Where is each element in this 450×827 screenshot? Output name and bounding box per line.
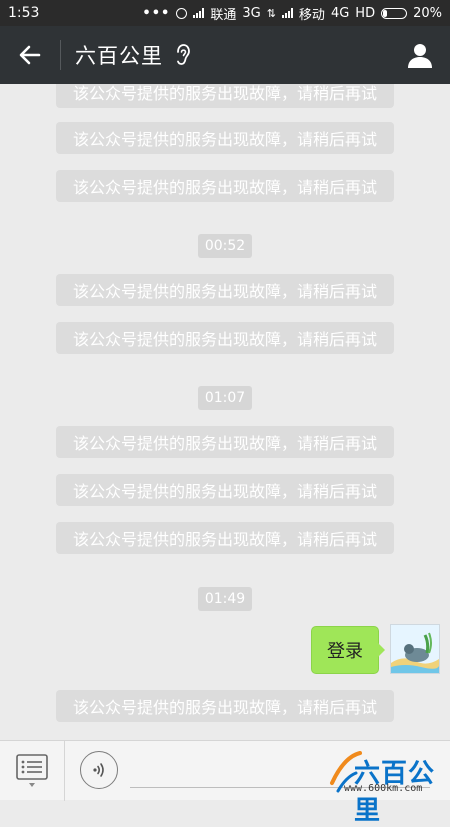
system-message: 该公众号提供的服务出现故障，请稍后再试 — [56, 690, 394, 722]
system-message: 该公众号提供的服务出现故障，请稍后再试 — [56, 84, 394, 108]
watermark: 六百公里 www.600km.com — [320, 745, 446, 826]
timestamp: 01:07 — [198, 386, 252, 410]
system-message: 该公众号提供的服务出现故障，请稍后再试 — [56, 122, 394, 154]
profile-button[interactable] — [390, 26, 450, 84]
avatar[interactable] — [390, 624, 440, 674]
carrier-2: 移动 — [298, 7, 325, 23]
person-icon — [408, 44, 432, 68]
page-title: 六百公里 — [75, 44, 163, 68]
carrier-1: 联通 — [210, 7, 237, 23]
signal-icon — [193, 8, 205, 18]
status-bar: 1:53 ••• 联通 3G ⇅ 移动 4G HD 20% — [0, 0, 450, 26]
menu-list-icon — [16, 754, 48, 787]
header-divider — [60, 40, 61, 70]
battery-icon — [381, 7, 408, 19]
system-message: 该公众号提供的服务出现故障，请稍后再试 — [56, 322, 394, 354]
hd-label: HD — [355, 5, 376, 21]
ear-icon[interactable] — [175, 43, 191, 67]
status-time: 1:53 — [8, 5, 40, 21]
system-message: 该公众号提供的服务出现故障，请稍后再试 — [56, 170, 394, 202]
signal-icon — [281, 8, 293, 18]
outgoing-message-bubble[interactable]: 登录 — [311, 626, 385, 674]
voice-button[interactable] — [80, 751, 118, 789]
chat-area[interactable]: 该公众号提供的服务出现故障，请稍后再试 该公众号提供的服务出现故障，请稍后再试 … — [0, 84, 450, 740]
menu-button[interactable] — [0, 741, 64, 801]
system-message: 该公众号提供的服务出现故障，请稍后再试 — [56, 274, 394, 306]
system-message: 该公众号提供的服务出现故障，请稍后再试 — [56, 474, 394, 506]
chat-header: 六百公里 — [0, 26, 450, 84]
network-2: 4G — [330, 5, 350, 21]
voice-icon — [93, 763, 104, 777]
data-arrows-icon: ⇅ — [266, 6, 276, 20]
battery-percent: 20% — [413, 5, 442, 21]
arrow-left-icon — [19, 45, 41, 65]
network-1: 3G — [242, 5, 261, 21]
back-button[interactable] — [0, 26, 60, 84]
notification-dots: ••• — [142, 5, 171, 21]
alarm-icon — [176, 7, 188, 19]
timestamp: 00:52 — [198, 234, 252, 258]
watermark-url: www.600km.com — [344, 783, 423, 794]
input-bar: 六百公里 www.600km.com — [0, 740, 450, 826]
system-message: 该公众号提供的服务出现故障，请稍后再试 — [56, 522, 394, 554]
system-message: 该公众号提供的服务出现故障，请稍后再试 — [56, 426, 394, 458]
timestamp: 01:49 — [198, 587, 252, 611]
bar-divider — [64, 741, 65, 801]
